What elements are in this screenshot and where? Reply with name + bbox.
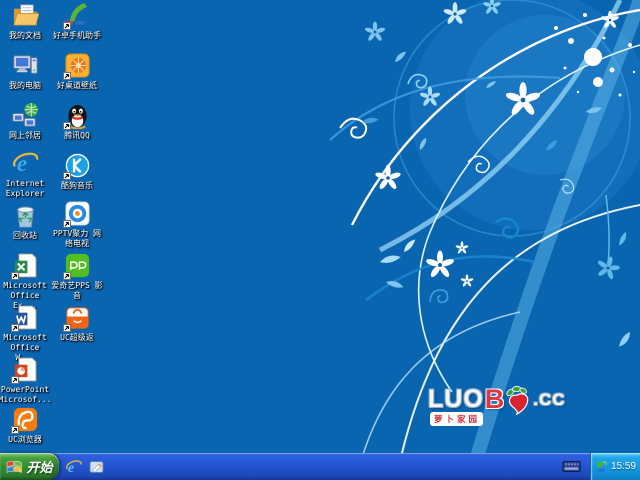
powerpoint-icon — [10, 356, 39, 384]
logo-word: LUO — [428, 385, 484, 413]
desktop-icon-label: UC浏览器 — [8, 435, 42, 444]
excel-icon — [10, 252, 39, 280]
kugou-music-icon — [62, 152, 91, 180]
iqiyi-pps-icon — [62, 252, 91, 280]
network-places-icon — [11, 102, 39, 129]
shortcut-arrow-icon — [10, 272, 19, 280]
desktop-icon-label: UC超级返 — [60, 333, 94, 342]
desktop-icon-my-computer[interactable]: 我的电脑 — [0, 52, 50, 91]
desktop-icon-label: PowerPoint Microsof... — [0, 385, 52, 404]
radish-icon — [506, 385, 529, 415]
desktop-icon-label: 好桌道壁纸 — [57, 81, 97, 90]
pptv-icon — [62, 200, 91, 228]
desktop-icon-my-documents[interactable]: 我的文档 — [0, 2, 50, 41]
shortcut-arrow-icon — [62, 272, 71, 280]
desktop-icon-label: 我的电脑 — [9, 81, 41, 90]
desktop-icon-label: 腾讯QQ — [64, 131, 90, 140]
show-desktop-icon[interactable] — [89, 459, 105, 475]
uc-chaojifan-icon — [62, 304, 91, 332]
shortcut-arrow-icon — [10, 376, 19, 384]
system-tray: 15:59 — [590, 453, 640, 480]
desktop-icon-label: 回收站 — [13, 231, 37, 240]
shortcut-arrow-icon — [62, 72, 71, 80]
desktop: 我的文档 我的电脑 网上邻居 e Internet Explorer 回收站 M… — [0, 0, 640, 480]
start-button[interactable]: 开始 — [0, 453, 59, 480]
desktop-icon-iqiyi-pps[interactable]: 爱奇艺PPS 影 音 — [48, 252, 106, 301]
desktop-icon-network-places[interactable]: 网上邻居 — [0, 102, 50, 141]
desktop-icon-label: Internet Explorer — [5, 179, 45, 198]
start-button-label: 开始 — [26, 460, 53, 475]
logo-subtitle: 萝卜家园 — [430, 412, 484, 426]
desktop-icon-label: 好卓手机助手 — [53, 31, 101, 40]
logo-suffix: .CC — [533, 389, 566, 409]
hardware-status-icon[interactable] — [595, 460, 608, 473]
tencent-qq-icon — [62, 102, 91, 130]
taskbar: 开始 e 15:59 — [0, 453, 640, 480]
desktop-icon-kugou-music[interactable]: 酷狗音乐 — [48, 152, 106, 191]
quick-launch-bar: e — [66, 453, 105, 480]
my-computer-icon — [12, 52, 39, 79]
desktop-icon-label: PPTV聚力 网 络电视 — [52, 229, 102, 248]
shortcut-arrow-icon — [62, 324, 71, 332]
clock[interactable]: 15:59 — [611, 461, 636, 472]
desktop-icon-uc-browser[interactable]: UC浏览器 — [0, 406, 50, 445]
desktop-icon-label: 酷狗音乐 — [61, 181, 93, 190]
luobo-watermark: LUO B .CC 萝卜家园 — [428, 384, 566, 426]
desktop-icon-pptv[interactable]: PPTV聚力 网 络电视 — [48, 200, 106, 249]
haozhuo-phone-assistant-icon — [62, 2, 91, 30]
internet-explorer-icon: e — [12, 150, 39, 177]
desktop-icon-label: 爱奇艺PPS 影 音 — [51, 281, 103, 300]
desktop-icon-label: 网上邻居 — [9, 131, 41, 140]
shortcut-arrow-icon — [62, 122, 71, 130]
word-icon — [10, 304, 39, 332]
desktop-icon-internet-explorer[interactable]: e Internet Explorer — [0, 150, 50, 199]
desktop-icon-haozhuodao-wallpaper[interactable]: 好桌道壁纸 — [48, 52, 106, 91]
shortcut-arrow-icon — [10, 426, 19, 434]
language-keyboard-icon[interactable] — [562, 461, 581, 472]
windows-flag-icon — [7, 460, 23, 473]
my-documents-icon — [12, 2, 39, 29]
internet-explorer-quicklaunch-icon[interactable]: e — [66, 459, 82, 475]
shortcut-arrow-icon — [62, 22, 71, 30]
shortcut-arrow-icon — [62, 220, 71, 228]
haozhuodao-wallpaper-icon — [62, 52, 91, 80]
logo-letter-b: B — [484, 384, 506, 414]
recycle-bin-icon — [12, 202, 39, 229]
shortcut-arrow-icon — [62, 172, 71, 180]
desktop-icon-tencent-qq[interactable]: 腾讯QQ — [48, 102, 106, 141]
desktop-icon-office-word[interactable]: Microsoft Office W... — [0, 304, 50, 363]
desktop-icon-recycle-bin[interactable]: 回收站 — [0, 202, 50, 241]
shortcut-arrow-icon — [10, 324, 19, 332]
desktop-icon-haozhuo-phone-assistant[interactable]: 好卓手机助手 — [48, 2, 106, 41]
desktop-icon-uc-chaojifan[interactable]: UC超级返 — [48, 304, 106, 343]
desktop-icon-label: 我的文档 — [9, 31, 41, 40]
desktop-icon-office-excel[interactable]: Microsoft Office Ex... — [0, 252, 50, 311]
desktop-icon-office-powerpoint[interactable]: PowerPoint Microsof... — [0, 356, 52, 405]
uc-browser-icon — [10, 406, 39, 434]
